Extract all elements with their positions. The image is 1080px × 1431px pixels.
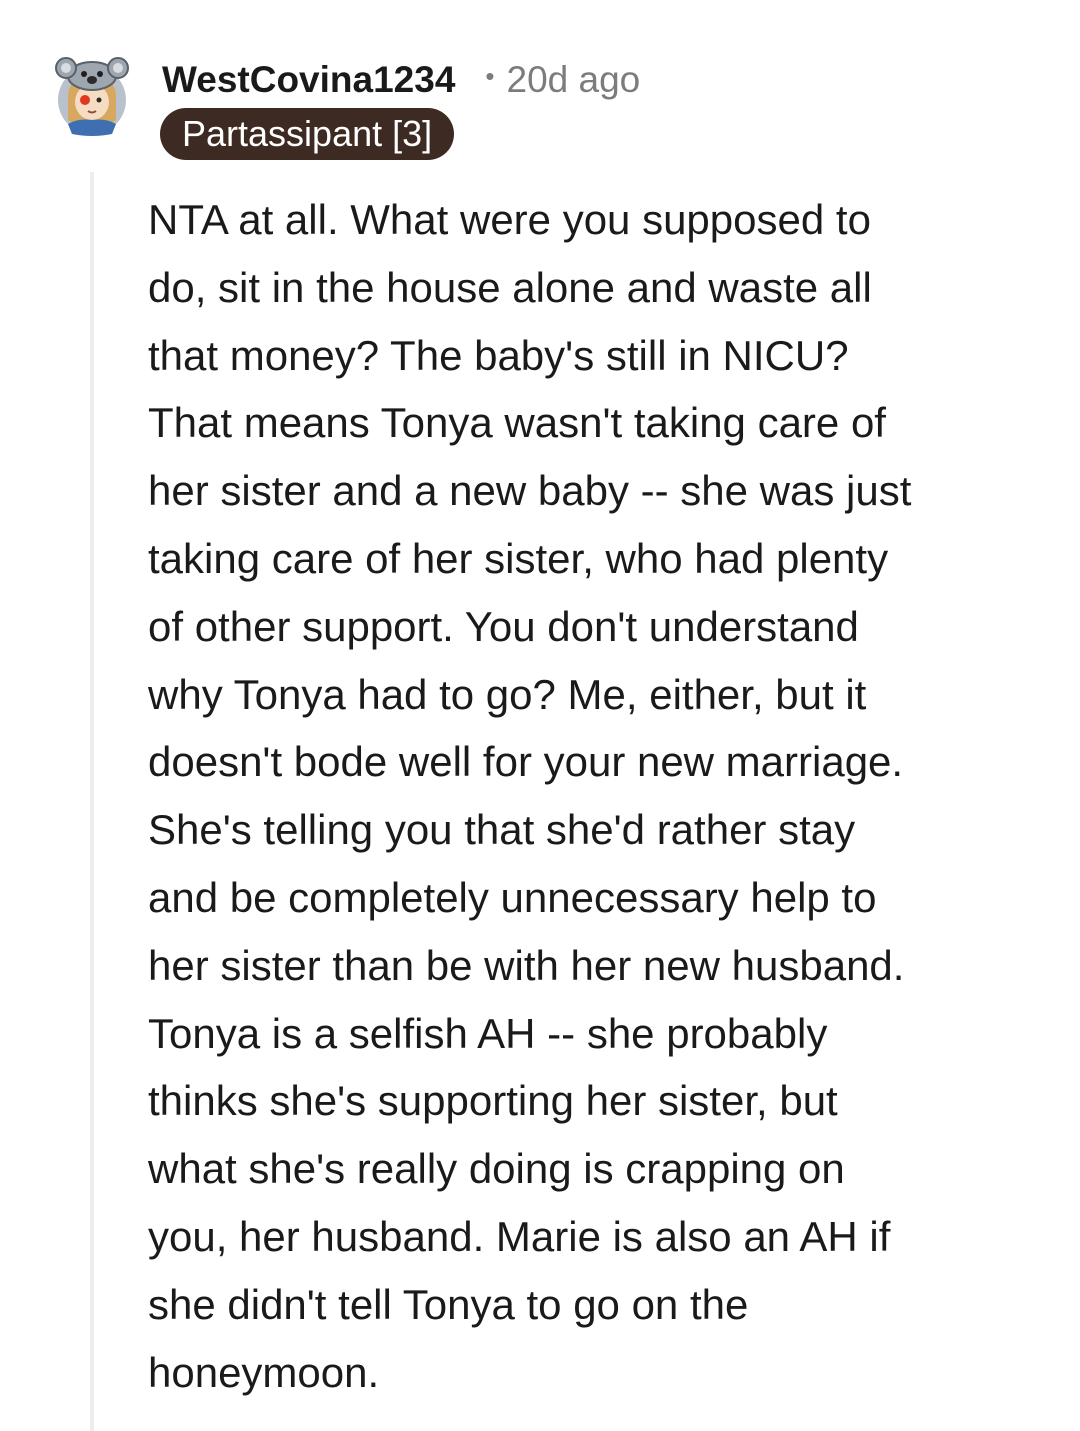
user-avatar[interactable]: [54, 56, 130, 136]
comment-body-line: NTA at all. What were you supposed to: [148, 196, 871, 243]
comment-body-line: She's telling you that she'd rather stay: [148, 806, 856, 854]
username-link[interactable]: WestCovina1234: [162, 59, 455, 101]
comment-body-line: and be completely unnecessary help to: [148, 873, 877, 921]
comment-body-line: of other support. You don't understand: [148, 602, 859, 650]
user-flair: Partassipant [3]: [160, 108, 455, 160]
comment-body-line: she didn't tell Tonya to go on the: [148, 1280, 749, 1328]
comment-body-line: thinks she's supporting her sister, but: [148, 1077, 838, 1125]
comment-body-line: her sister than be with her new husband.: [148, 941, 905, 989]
comment-body-line: do, sit in the house alone and waste all: [148, 263, 872, 311]
koala-hat-avatar-icon: [55, 57, 129, 136]
comment-body-line: what she's really doing is crapping on: [148, 1145, 845, 1193]
comment-body-line: you, her husband. Marie is also an AH if: [148, 1212, 891, 1260]
thread-collapse-line[interactable]: [90, 172, 94, 1431]
timestamp[interactable]: 20d ago: [507, 59, 641, 101]
comment-body-line: that money? The baby's still in NICU?: [148, 331, 849, 379]
separator-dot: •: [485, 60, 495, 91]
comment-body: NTA at all. What were you supposed to do…: [148, 186, 1058, 1406]
comment-body-line: Tonya is a selfish AH -- she probably: [148, 1009, 828, 1057]
comment-body-line: honeymoon.: [148, 1348, 380, 1396]
comment-body-line: her sister and a new baby -- she was jus…: [148, 467, 912, 515]
comment-header: WestCovina1234 • 20d ago: [162, 56, 640, 104]
comment-body-line: why Tonya had to go? Me, either, but it: [148, 670, 867, 718]
comment: WestCovina1234 • 20d ago Partassipant [3…: [0, 0, 1080, 1431]
comment-body-line: That means Tonya wasn't taking care of: [148, 399, 886, 447]
comment-body-line: taking care of her sister, who had plent…: [148, 534, 889, 582]
comment-body-line: doesn't bode well for your new marriage.: [148, 738, 904, 786]
